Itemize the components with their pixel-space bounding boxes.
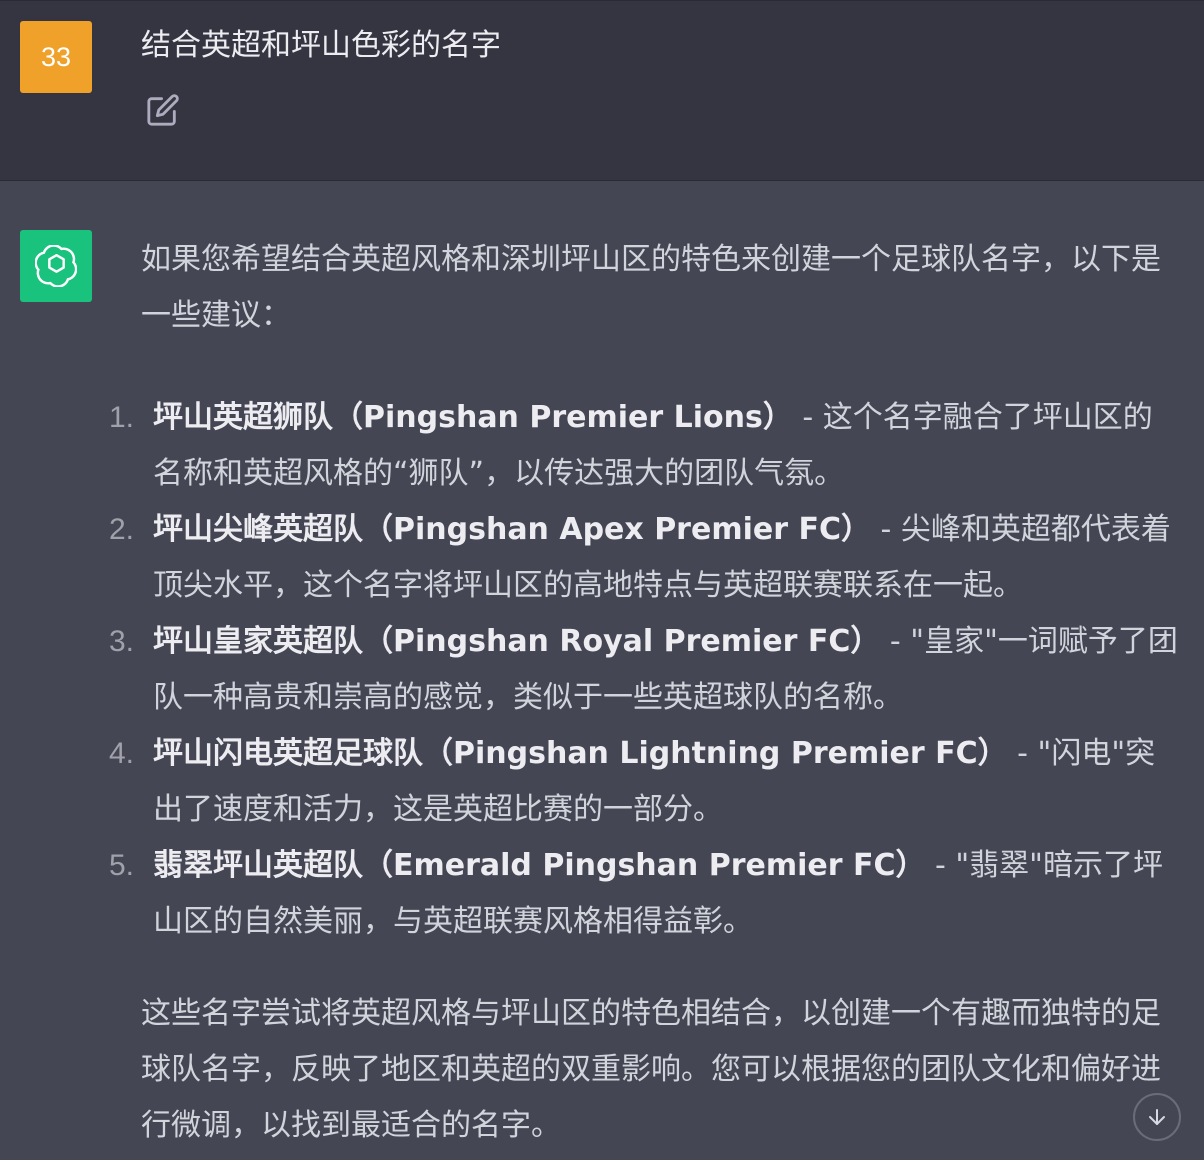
list-item: 4. 坪山闪电英超足球队（Pingshan Lightning Premier F… <box>109 726 1179 838</box>
list-item: 3. 坪山皇家英超队（Pingshan Royal Premier FC） - "… <box>109 614 1179 726</box>
assistant-message: 如果您希望结合英超风格和深圳坪山区的特色来创建一个足球队名字，以下是一些建议： … <box>0 181 1204 1160</box>
user-avatar: 33 <box>20 21 92 93</box>
list-item: 1. 坪山英超狮队（Pingshan Premier Lions） - 这个名字融… <box>109 390 1179 502</box>
scroll-to-bottom-button[interactable] <box>1133 1093 1181 1141</box>
user-message: 33 结合英超和坪山色彩的名字 <box>0 0 1204 181</box>
assistant-message-content: 如果您希望结合英超风格和深圳坪山区的特色来创建一个足球队名字，以下是一些建议： … <box>109 232 1179 1154</box>
list-item-number: 2. <box>109 513 135 546</box>
list-item-number: 5. <box>109 849 135 882</box>
list-item-title: 坪山英超狮队（Pingshan Premier Lions） <box>153 400 793 435</box>
assistant-intro: 如果您希望结合英超风格和深圳坪山区的特色来创建一个足球队名字，以下是一些建议： <box>141 242 1161 333</box>
list-item-title: 翡翠坪山英超队（Emerald Pingshan Premier FC） <box>153 848 926 883</box>
user-message-text: 结合英超和坪山色彩的名字 <box>141 28 501 63</box>
edit-icon[interactable] <box>146 93 180 127</box>
list-item-title: 坪山尖峰英超队（Pingshan Apex Premier FC） <box>153 512 871 547</box>
user-avatar-label: 33 <box>40 41 72 72</box>
list-item: 5. 翡翠坪山英超队（Emerald Pingshan Premier FC） -… <box>109 838 1179 950</box>
list-item-number: 1. <box>109 401 135 434</box>
list-item-number: 3. <box>109 625 135 658</box>
arrow-down-icon <box>1149 1109 1165 1125</box>
list-item-title: 坪山闪电英超足球队（Pingshan Lightning Premier FC） <box>153 736 1008 771</box>
suggestion-list: 1. 坪山英超狮队（Pingshan Premier Lions） - 这个名字融… <box>109 390 1179 950</box>
list-item: 2. 坪山尖峰英超队（Pingshan Apex Premier FC） - 尖峰… <box>109 502 1179 614</box>
openai-logo-icon <box>35 245 77 287</box>
list-item-title: 坪山皇家英超队（Pingshan Royal Premier FC） <box>153 624 881 659</box>
list-item-number: 4. <box>109 737 135 770</box>
assistant-avatar <box>20 230 92 302</box>
assistant-conclusion: 这些名字尝试将英超风格与坪山区的特色相结合，以创建一个有趣而独特的足球队名字，反… <box>141 996 1161 1143</box>
